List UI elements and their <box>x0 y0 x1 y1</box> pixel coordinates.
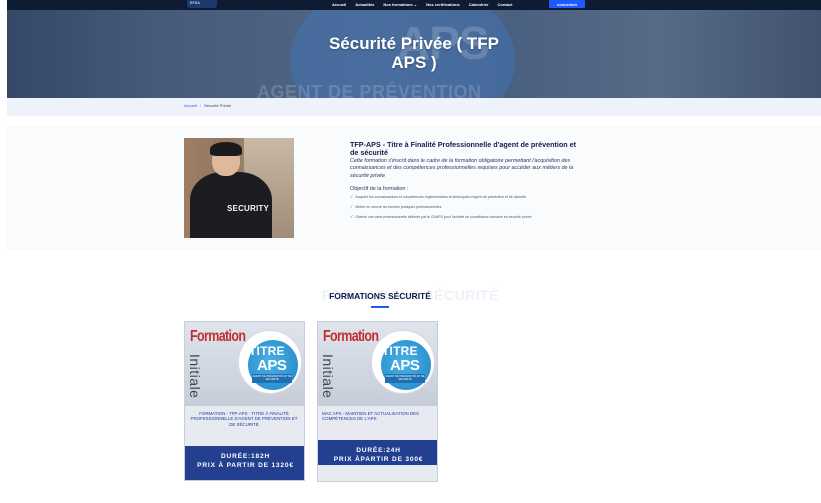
breadcrumb-bar: Accueil / Sécurité Privée <box>7 98 821 116</box>
nav-links: Accueil Actualités Nos formations ⌄ Nos … <box>332 0 512 8</box>
breadcrumb-home-link[interactable]: Accueil <box>184 103 197 108</box>
logo-text: EFSA <box>190 1 201 5</box>
breadcrumb-separator: / <box>199 103 202 108</box>
thumb-aps-text: APS <box>257 357 287 374</box>
nav-link-calendrier[interactable]: Calendrier <box>469 2 489 7</box>
breadcrumb: Accueil / Sécurité Privée <box>184 103 231 108</box>
objective-item: ✓ Mettre en oeuvre les bonnes pratiques p… <box>350 204 585 210</box>
card-title[interactable]: FORMATION - TFP-APS - TITRE À FINALITÉ P… <box>189 411 299 427</box>
formation-card-mac-aps[interactable]: Formation Initiale TITRE APS AGENT DE PR… <box>317 321 438 482</box>
page-title-line2: APS ) <box>391 53 437 72</box>
thumb-initiale-text: Initiale <box>320 354 336 399</box>
thumb-titre-text: TITRE <box>249 344 285 358</box>
objective-text: Mettre en oeuvre les bonnes pratiques pr… <box>355 205 442 209</box>
image-cap <box>210 142 242 156</box>
objective-text: Acquérir les connaissances et compétence… <box>355 195 527 199</box>
page-title-line1: Sécurité Privée ( TFP <box>328 34 500 53</box>
check-icon: ✓ <box>350 194 354 199</box>
thumb-titre-text: TITRE <box>382 344 418 358</box>
card-duration: DURÉE:24H <box>356 447 401 454</box>
page: EFSA Accueil Actualités Nos formations ⌄… <box>0 0 821 503</box>
nav-link-accueil[interactable]: Accueil <box>332 2 346 7</box>
thumb-aps-text: APS <box>390 357 420 374</box>
objective-text: Obtenir une carte professionnelle délivr… <box>355 215 532 219</box>
connexion-button[interactable]: connexion <box>549 0 585 8</box>
thumb-band-text: AGENT DE PRÉVENTION ET DE SÉCURITÉ <box>385 374 425 383</box>
nav-link-formations[interactable]: Nos formations ⌄ <box>383 2 417 7</box>
intro-description: Cette formation s'inscrit dans le cadre … <box>350 158 574 179</box>
card-thumbnail: Formation Initiale TITRE APS AGENT DE PR… <box>185 322 304 406</box>
nav-link-certifications[interactable]: Nos certifications <box>426 2 460 7</box>
formation-card-tfp-aps[interactable]: Formation Initiale TITRE APS AGENT DE PR… <box>184 321 305 481</box>
breadcrumb-current: Sécurité Privée <box>204 103 232 108</box>
security-label: SECURITY <box>227 204 270 213</box>
thumb-formation-text: Formation <box>323 328 379 345</box>
objective-label: Objectif de la formation : <box>350 186 409 192</box>
thumb-initiale-text: Initiale <box>187 354 203 399</box>
section-title: FORMATIONS SÉCURITÉ <box>329 291 431 301</box>
check-icon: ✓ <box>350 204 354 209</box>
security-agent-image: SECURITY <box>184 138 294 238</box>
nav-link-actualites[interactable]: Actualités <box>355 2 374 7</box>
card-duration: DURÉE:182H <box>220 453 271 460</box>
page-title: Sécurité Privée ( TFP APS ) <box>7 34 821 72</box>
nav-link-contact[interactable]: Contact <box>498 2 513 7</box>
section-title-underline <box>371 306 389 308</box>
card-title[interactable]: MAC APS - MAINTIEN ET ACTUALISATION DES … <box>322 411 432 422</box>
check-icon: ✓ <box>350 214 354 219</box>
card-price: PRIX À PARTIR DE 1320€ <box>197 462 294 469</box>
card-price: PRIX ÀPARTIR DE 300€ <box>333 456 424 463</box>
objective-list: ✓ Acquérir les connaissances et compétenc… <box>350 194 585 224</box>
objective-item: ✓ Acquérir les connaissances et compétenc… <box>350 194 585 200</box>
objective-item: ✓ Obtenir une carte professionnelle déliv… <box>350 214 585 220</box>
thumb-band-text: AGENT DE PRÉVENTION ET DE SÉCURITÉ <box>252 374 292 383</box>
card-footer: DURÉE:182H PRIX À PARTIR DE 1320€ <box>185 446 304 480</box>
intro-title: TFP-APS - Titre à Finalité Professionnel… <box>350 140 577 157</box>
card-thumbnail: Formation Initiale TITRE APS AGENT DE PR… <box>318 322 437 406</box>
thumb-formation-text: Formation <box>190 328 246 345</box>
top-navbar: EFSA Accueil Actualités Nos formations ⌄… <box>7 0 821 10</box>
card-footer: DURÉE:24H PRIX ÀPARTIR DE 300€ <box>318 440 437 465</box>
hero-banner: APS AGENT DE PRÉVENTION Sécurité Privée … <box>7 10 821 98</box>
